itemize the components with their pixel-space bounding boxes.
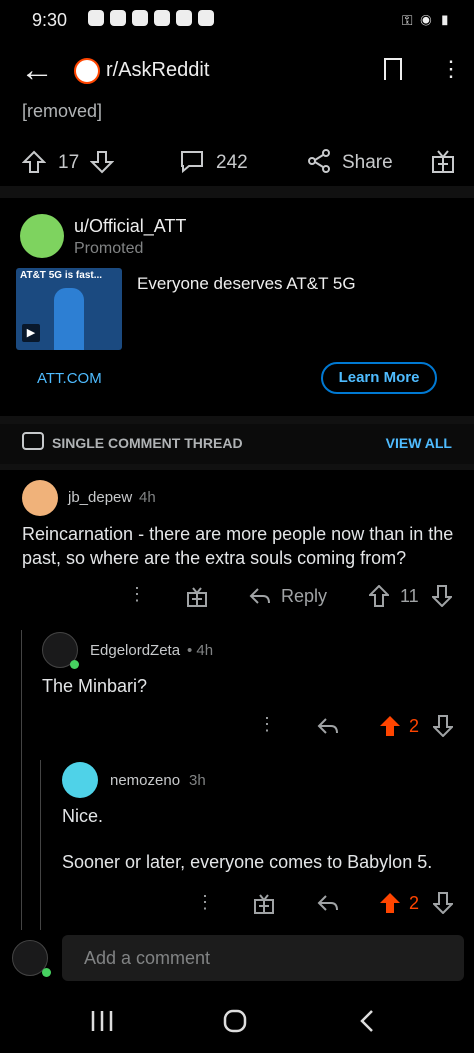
comment-thread-icon — [22, 432, 44, 450]
share-label[interactable]: Share — [342, 152, 393, 174]
youtube-icon — [132, 10, 148, 26]
learn-more-button[interactable]: Learn More — [321, 362, 437, 394]
post-comment-count[interactable]: 242 — [216, 152, 248, 174]
subreddit-name[interactable]: r/AskReddit — [106, 59, 209, 82]
thread-line[interactable] — [21, 630, 22, 930]
recent-apps-icon[interactable] — [90, 1010, 114, 1032]
reply-icon[interactable] — [248, 586, 272, 606]
section-divider — [0, 464, 474, 470]
comment-icon[interactable] — [179, 148, 205, 174]
reply-button[interactable]: Reply — [281, 586, 327, 607]
award-icon[interactable] — [430, 148, 456, 174]
more-options-icon[interactable]: ⋮ — [128, 584, 146, 605]
award-icon[interactable] — [253, 892, 275, 914]
section-divider — [0, 416, 474, 424]
downvote-icon[interactable] — [432, 585, 452, 607]
post-vote-count: 17 — [58, 152, 80, 173]
upvote-active-icon[interactable] — [379, 892, 401, 914]
section-divider — [0, 186, 474, 198]
upvote-icon[interactable] — [369, 585, 389, 607]
reply-icon[interactable] — [316, 716, 340, 736]
single-thread-bar: SINGLE COMMENT THREAD VIEW ALL — [0, 424, 474, 464]
post-action-bar: 17 242 Share — [0, 140, 474, 184]
upvote-active-icon[interactable] — [379, 715, 401, 737]
status-time: 9:30 — [32, 10, 68, 30]
comment-vote-count: 11 — [400, 586, 419, 606]
avatar[interactable] — [22, 480, 58, 516]
comment-time: • 4h — [187, 642, 214, 659]
comment-vote-count: 2 — [409, 893, 420, 913]
notification-icons — [88, 10, 214, 26]
advertiser-name[interactable]: u/Official_ATT — [74, 216, 186, 237]
award-icon[interactable] — [186, 585, 208, 607]
share-icon[interactable] — [306, 148, 332, 174]
comment-author[interactable]: nemozeno — [110, 772, 180, 789]
comment-time: 3h — [189, 772, 206, 789]
bookmark-icon[interactable] — [384, 58, 402, 80]
more-options-icon[interactable]: ⋮ — [196, 892, 214, 913]
subreddit-icon[interactable] — [74, 58, 100, 84]
thread-line[interactable] — [40, 760, 41, 930]
home-icon[interactable] — [223, 1009, 247, 1033]
more-options-icon[interactable]: ⋮ — [440, 54, 462, 84]
add-comment-input[interactable] — [62, 935, 464, 981]
system-nav-bar — [0, 990, 474, 1053]
downvote-icon[interactable] — [90, 150, 114, 174]
view-all-button[interactable]: VIEW ALL — [386, 435, 452, 451]
promoted-post[interactable]: u/Official_ATT Promoted AT&T 5G is fast.… — [0, 198, 474, 416]
downvote-icon[interactable] — [433, 892, 453, 914]
comment-time: 4h — [139, 489, 156, 506]
thumbnail-caption: AT&T 5G is fast... — [20, 270, 103, 281]
comment-author[interactable]: jb_depew — [68, 489, 132, 506]
back-nav-icon[interactable] — [358, 1009, 376, 1033]
app-notification-icon — [110, 10, 126, 26]
comment-vote-count: 2 — [409, 716, 420, 736]
comment-text: The Minbari? — [42, 676, 148, 696]
reddit-icon — [176, 10, 192, 26]
thumbnail-figure — [54, 288, 84, 350]
reply-icon[interactable] — [316, 893, 340, 913]
thread-label: SINGLE COMMENT THREAD — [52, 435, 243, 451]
comment-text: Sooner or later, everyone comes to Babyl… — [62, 852, 433, 872]
online-status-badge — [42, 968, 51, 977]
comment-text: Nice. — [62, 806, 104, 826]
tmobile-icon — [154, 10, 170, 26]
downvote-icon[interactable] — [433, 715, 453, 737]
top-app-bar: ← r/AskReddit ⋮ — [0, 44, 474, 100]
promoted-label: Promoted — [74, 240, 144, 257]
ad-headline[interactable]: Everyone deserves AT&T 5G — [137, 274, 356, 294]
back-arrow-icon[interactable]: ← — [20, 52, 54, 88]
app-notification-icon — [88, 10, 104, 26]
post-body: [removed] — [22, 101, 103, 121]
online-status-badge — [70, 660, 79, 669]
comment-text: Reincarnation - there are more people no… — [22, 524, 454, 568]
play-icon[interactable]: ▶ — [22, 324, 40, 342]
system-status-icons: ⚿ ◉ ▮ — [401, 12, 452, 28]
ad-video-thumbnail[interactable]: AT&T 5G is fast... ▶ — [16, 268, 122, 350]
advertiser-avatar[interactable] — [20, 214, 64, 258]
upvote-icon[interactable] — [22, 150, 46, 174]
more-options-icon[interactable]: ⋮ — [258, 714, 276, 735]
status-bar: 9:30 ⚿ ◉ ▮ — [0, 0, 474, 44]
comment-author[interactable]: EdgelordZeta — [90, 642, 180, 659]
app-notification-icon — [198, 10, 214, 26]
comment-composer[interactable] — [62, 935, 464, 981]
avatar[interactable] — [62, 762, 98, 798]
ad-domain-link[interactable]: ATT.COM — [37, 370, 102, 387]
